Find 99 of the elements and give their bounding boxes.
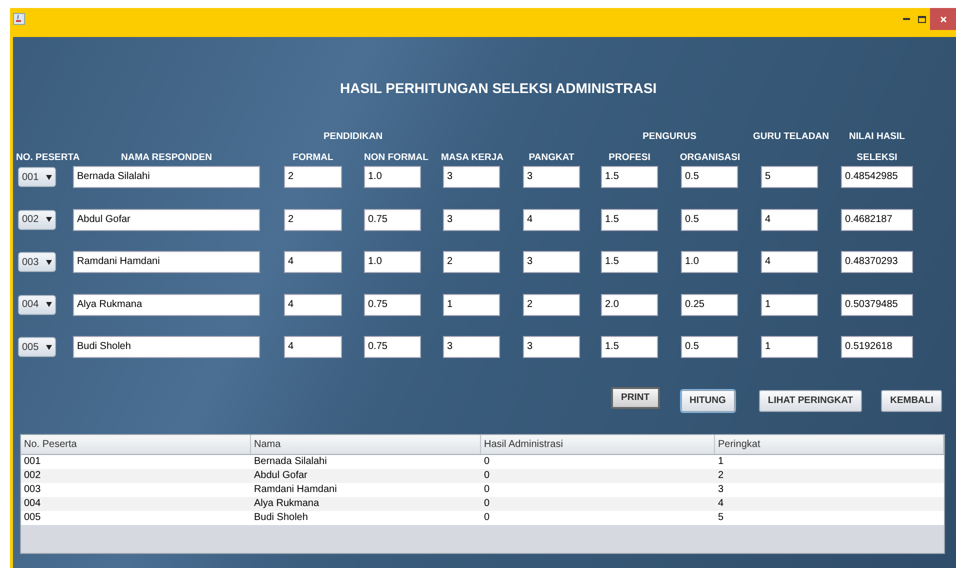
score-field[interactable]: 3	[523, 166, 580, 188]
table-header[interactable]: Peringkat	[715, 435, 944, 454]
name-field[interactable]: Bernada Silalahi	[73, 166, 260, 188]
column-group-label: GURU TELADAN	[753, 131, 829, 142]
score-field[interactable]: 0.25	[681, 294, 738, 316]
score-field[interactable]: 0.75	[364, 294, 421, 316]
table-cell: 3	[718, 484, 724, 495]
dropdown-arrow-icon	[46, 217, 52, 222]
score-field[interactable]: 3	[443, 336, 500, 358]
table-cell: 001	[24, 456, 41, 467]
score-field[interactable]: 2.0	[601, 294, 658, 316]
score-field[interactable]: 1	[761, 336, 818, 358]
score-field[interactable]: 0.4682187	[841, 208, 913, 230]
participant-dropdown[interactable]: 003	[18, 252, 56, 272]
column-label: PANGKAT	[528, 152, 574, 163]
column-label: SELEKSI	[856, 152, 898, 163]
table-cell: 004	[24, 498, 41, 509]
table-cell: 0	[484, 512, 490, 523]
participant-dropdown[interactable]: 004	[18, 294, 56, 314]
score-field[interactable]: 3	[443, 166, 500, 188]
name-field[interactable]: Budi Sholeh	[73, 336, 260, 358]
score-field[interactable]: 2	[443, 251, 500, 273]
table-cell: 0	[484, 484, 490, 495]
score-field[interactable]: 0.75	[364, 336, 421, 358]
score-field[interactable]: 2	[284, 208, 342, 230]
score-field[interactable]: 3	[443, 208, 500, 230]
action-button[interactable]: LIHAT PERINGKAT	[758, 390, 862, 412]
table-cell: 1	[718, 456, 724, 467]
column-group-label: PENDIDIKAN	[323, 131, 383, 142]
score-field[interactable]: 4	[284, 336, 342, 358]
score-field[interactable]: 1.0	[364, 251, 421, 273]
name-field[interactable]: Alya Rukmana	[73, 294, 260, 316]
score-field[interactable]: 0.5192618	[841, 336, 913, 358]
score-field[interactable]: 0.5	[681, 336, 738, 358]
table-cell: Alya Rukmana	[254, 498, 320, 509]
column-label: NON FORMAL	[364, 152, 428, 163]
score-field[interactable]: 0.48542985	[841, 166, 913, 188]
score-field[interactable]: 2	[284, 166, 342, 188]
score-field[interactable]: 4	[761, 251, 818, 273]
table-cell: Bernada Silalahi	[254, 456, 327, 467]
table-cell: Budi Sholeh	[254, 512, 308, 523]
score-field[interactable]: 1.5	[601, 166, 658, 188]
dropdown-arrow-icon	[46, 344, 52, 350]
form-title: HASIL PERHITUNGAN SELEKSI ADMINISTRASI	[340, 79, 658, 97]
dropdown-arrow-icon	[46, 302, 52, 307]
score-field[interactable]: 1.5	[601, 208, 658, 230]
score-field[interactable]: 1.0	[364, 166, 421, 188]
table-cell: 003	[24, 484, 41, 495]
close-button[interactable]	[930, 8, 956, 30]
column-label: FORMAL	[292, 152, 334, 163]
column-label: NO. PESERTA	[16, 152, 80, 163]
score-field[interactable]: 0.5	[681, 208, 738, 230]
dropdown-arrow-icon	[46, 174, 52, 180]
participant-dropdown[interactable]: 001	[18, 167, 56, 187]
column-label: PROFESI	[608, 152, 650, 163]
score-field[interactable]: 5	[761, 166, 818, 188]
table-cell: Ramdani Hamdani	[254, 484, 337, 495]
score-field[interactable]: 4	[284, 251, 342, 273]
score-field[interactable]: 0.5	[681, 166, 738, 188]
table-cell: 0	[484, 498, 490, 509]
table-cell: 4	[718, 498, 724, 509]
table-cell: 005	[24, 512, 41, 523]
score-field[interactable]: 4	[523, 208, 580, 230]
score-field[interactable]: 3	[523, 251, 580, 273]
table-header[interactable]: No. Peserta	[21, 435, 251, 454]
column-label: ORGANISASI	[680, 152, 740, 163]
name-field[interactable]: Ramdani Hamdani	[73, 251, 260, 273]
score-field[interactable]: 1	[443, 294, 500, 316]
column-group-label: NILAI HASIL	[849, 131, 905, 142]
score-field[interactable]: 0.75	[364, 208, 421, 230]
score-field[interactable]: 4	[284, 294, 342, 316]
score-field[interactable]: 1.5	[601, 336, 658, 358]
score-field[interactable]: 1	[761, 294, 818, 316]
participant-dropdown[interactable]: 005	[18, 337, 56, 357]
table-cell: 002	[24, 470, 41, 481]
action-button[interactable]: PRINT	[611, 387, 660, 409]
score-field[interactable]: 3	[523, 336, 580, 358]
table-header[interactable]: Hasil Administrasi	[481, 435, 715, 454]
action-button[interactable]: KEMBALI	[881, 390, 942, 412]
table-cell: 0	[484, 456, 490, 467]
table-cell: Abdul Gofar	[254, 470, 308, 481]
column-label: MASA KERJA	[441, 152, 504, 163]
score-field[interactable]: 2	[523, 294, 580, 316]
score-field[interactable]: 1.5	[601, 251, 658, 273]
dropdown-arrow-icon	[46, 260, 52, 264]
name-field[interactable]: Abdul Gofar	[73, 208, 260, 230]
table-cell: 2	[718, 470, 724, 481]
table-header[interactable]: Nama	[251, 435, 481, 454]
participant-dropdown[interactable]: 002	[18, 210, 56, 230]
action-button[interactable]: HITUNG	[680, 390, 735, 412]
table-cell: 5	[718, 512, 724, 523]
score-field[interactable]: 0.48370293	[841, 251, 913, 273]
table-cell: 0	[484, 470, 490, 481]
score-field[interactable]: 1.0	[681, 251, 738, 273]
column-label: NAMA RESPONDEN	[121, 152, 212, 163]
score-field[interactable]: 0.50379485	[841, 294, 913, 316]
column-group-label: PENGURUS	[642, 131, 696, 142]
score-field[interactable]: 4	[761, 208, 818, 230]
close-icon	[940, 16, 946, 22]
